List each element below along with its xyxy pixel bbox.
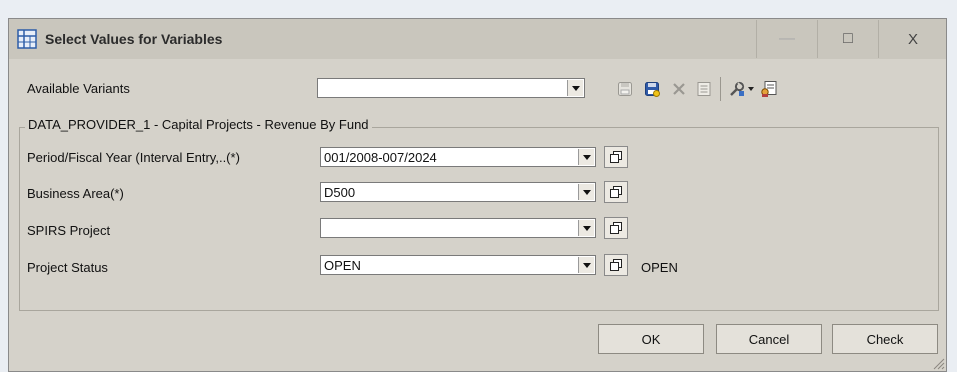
close-button[interactable]: X [878,20,947,58]
spirs-project-label: SPIRS Project [27,223,111,238]
project-status-combo[interactable]: OPEN [320,255,596,275]
chevron-down-icon[interactable] [567,80,583,96]
business-area-value: D500 [324,185,356,200]
title-bar[interactable]: Select Values for Variables — □ X [9,19,946,59]
chevron-down-icon[interactable] [578,149,594,165]
available-variants-combo[interactable] [317,78,585,98]
resize-grip-icon[interactable] [931,356,945,370]
available-variants-label: Available Variants [27,81,130,96]
check-button[interactable]: Check [832,324,938,354]
toolbar-separator [720,77,721,101]
tools-icon[interactable] [727,79,747,99]
copy-icon [610,151,622,163]
multiple-selection-button[interactable] [604,254,628,276]
project-status-description: OPEN [641,260,678,275]
chevron-down-icon[interactable] [578,257,594,273]
maximize-button[interactable]: □ [817,20,878,58]
table-icon [17,29,37,49]
multiple-selection-button[interactable] [604,217,628,239]
list-icon[interactable] [694,79,714,99]
multiple-selection-button[interactable] [604,146,628,168]
period-fiscal-year-label: Period/Fiscal Year (Interval Entry,..(*) [27,150,240,165]
save-icon[interactable] [615,79,635,99]
select-values-dialog: Select Values for Variables — □ X Availa… [8,18,947,372]
cancel-button[interactable]: Cancel [716,324,822,354]
project-status-value: OPEN [324,258,361,273]
close-icon: X [907,30,918,48]
project-status-label: Project Status [27,260,108,275]
maximize-icon: □ [843,30,853,47]
multiple-selection-button[interactable] [604,181,628,203]
period-fiscal-year-combo[interactable]: 001/2008-007/2024 [320,147,596,167]
minimize-button[interactable]: — [756,20,817,58]
copy-icon [610,186,622,198]
data-provider-legend: DATA_PROVIDER_1 - Capital Projects - Rev… [25,117,372,132]
spirs-project-combo[interactable] [320,218,596,238]
copy-icon [610,259,622,271]
ok-button[interactable]: OK [598,324,704,354]
window-title: Select Values for Variables [45,31,223,47]
copy-icon [610,222,622,234]
personalize-icon[interactable] [759,79,779,99]
chevron-down-icon[interactable] [578,184,594,200]
save-as-icon[interactable] [642,79,662,99]
period-fiscal-year-value: 001/2008-007/2024 [324,150,437,165]
business-area-combo[interactable]: D500 [320,182,596,202]
delete-icon[interactable] [669,79,689,99]
business-area-label: Business Area(*) [27,186,124,201]
dropdown-arrow-icon[interactable] [746,79,756,99]
chevron-down-icon[interactable] [578,220,594,236]
minimize-icon: — [779,30,795,47]
